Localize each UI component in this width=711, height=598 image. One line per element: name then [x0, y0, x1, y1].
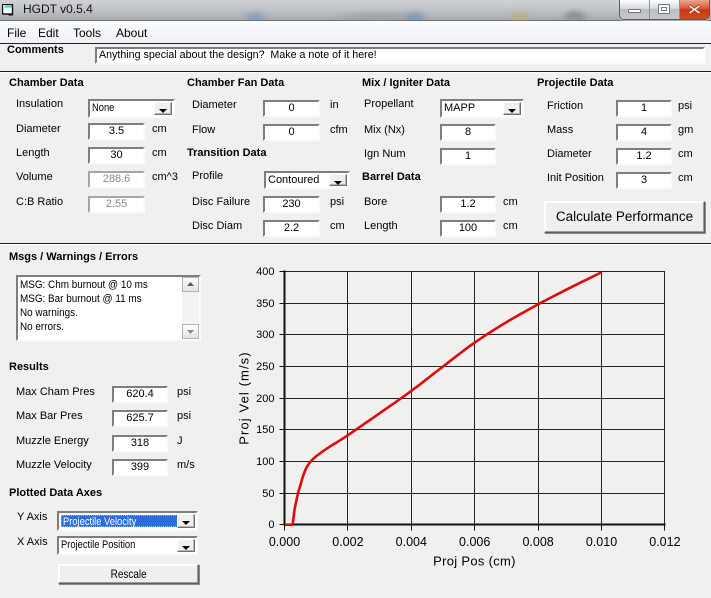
- svg-text:250: 250: [256, 361, 274, 373]
- svg-text:0.010: 0.010: [586, 535, 617, 549]
- svg-text:350: 350: [256, 298, 274, 310]
- svg-text:50: 50: [262, 488, 274, 500]
- svg-text:300: 300: [256, 329, 274, 341]
- svg-text:100: 100: [256, 456, 274, 468]
- svg-text:0.004: 0.004: [396, 535, 427, 549]
- svg-text:0.000: 0.000: [269, 535, 300, 549]
- svg-text:Proj Pos (cm): Proj Pos (cm): [433, 554, 516, 569]
- svg-text:0.002: 0.002: [332, 535, 363, 549]
- svg-text:150: 150: [256, 424, 274, 436]
- svg-text:200: 200: [256, 393, 274, 405]
- svg-text:0.006: 0.006: [459, 535, 490, 549]
- svg-text:400: 400: [256, 266, 274, 278]
- svg-text:0.012: 0.012: [649, 535, 680, 549]
- svg-text:0.008: 0.008: [522, 535, 553, 549]
- svg-text:Proj Vel (m/s): Proj Vel (m/s): [237, 351, 252, 444]
- svg-text:0: 0: [268, 519, 274, 531]
